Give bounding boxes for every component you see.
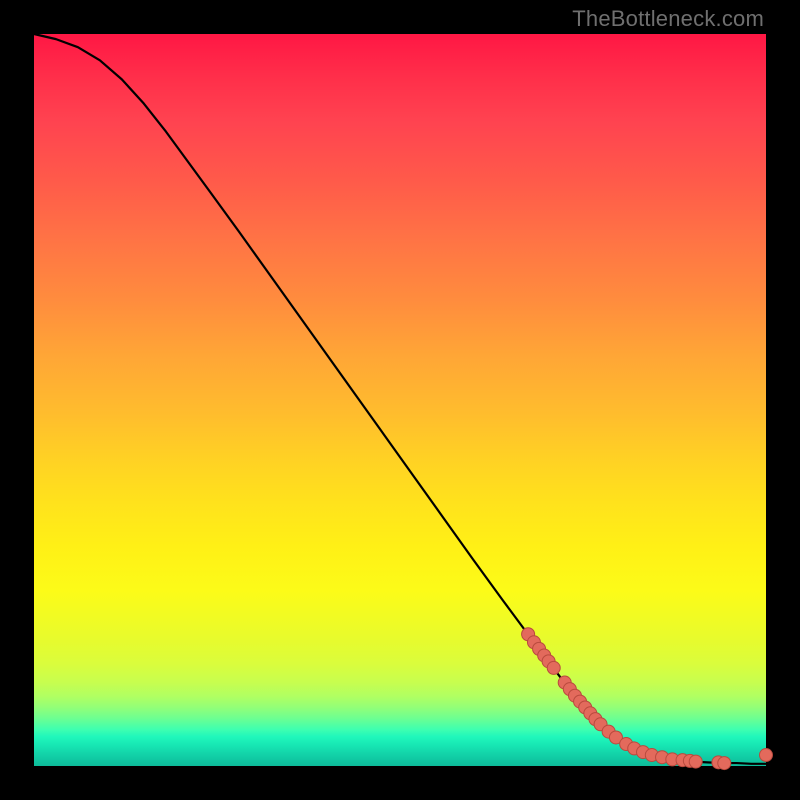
data-dot [689, 755, 702, 768]
data-dot [547, 661, 560, 674]
data-dot [760, 749, 773, 762]
watermark-text: TheBottleneck.com [572, 6, 764, 32]
curve-line [34, 34, 766, 764]
data-dots [522, 628, 773, 770]
data-dot [718, 757, 731, 770]
chart-frame: TheBottleneck.com [0, 0, 800, 800]
chart-overlay [34, 34, 766, 766]
